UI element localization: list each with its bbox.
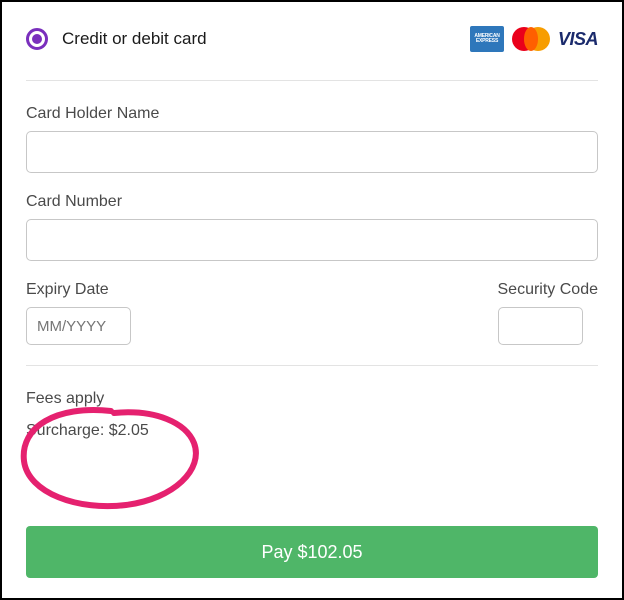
- card-brand-icons: AMERICANEXPRESS VISA: [470, 26, 598, 52]
- amex-icon: AMERICANEXPRESS: [470, 26, 504, 52]
- card-form: Card Holder Name Card Number Expiry Date…: [26, 81, 598, 454]
- pay-button-amount: $102.05: [297, 542, 362, 562]
- security-code-input[interactable]: [498, 307, 583, 345]
- card-number-label: Card Number: [26, 193, 598, 211]
- payment-method-label: Credit or debit card: [62, 29, 207, 49]
- pay-button-prefix: Pay: [261, 542, 292, 562]
- surcharge-value: $2.05: [109, 422, 149, 439]
- payment-method-radio-row[interactable]: Credit or debit card: [26, 28, 207, 50]
- security-code-label: Security Code: [498, 281, 599, 299]
- mastercard-icon: [510, 26, 552, 52]
- payment-method-header: Credit or debit card AMERICANEXPRESS VIS…: [26, 26, 598, 81]
- surcharge-line: Surcharge: $2.05: [26, 422, 598, 440]
- visa-icon: VISA: [558, 29, 598, 50]
- radio-selected-icon: [26, 28, 48, 50]
- card-number-input[interactable]: [26, 219, 598, 261]
- fees-section: Fees apply Surcharge: $2.05: [26, 365, 598, 440]
- surcharge-label: Surcharge:: [26, 422, 104, 439]
- fees-title: Fees apply: [26, 390, 598, 408]
- expiry-input[interactable]: [26, 307, 131, 345]
- payment-panel: Credit or debit card AMERICANEXPRESS VIS…: [0, 0, 624, 600]
- pay-button[interactable]: Pay $102.05: [26, 526, 598, 578]
- card-holder-label: Card Holder Name: [26, 105, 598, 123]
- expiry-label: Expiry Date: [26, 281, 131, 299]
- card-holder-input[interactable]: [26, 131, 598, 173]
